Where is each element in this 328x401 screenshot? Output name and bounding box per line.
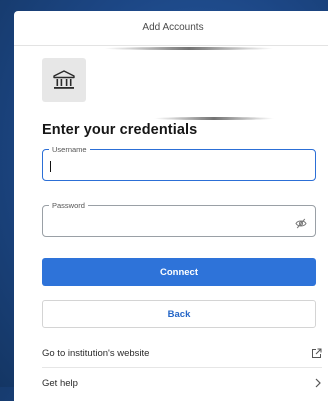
connect-button[interactable]: Connect bbox=[42, 258, 316, 286]
page-title: Enter your credentials bbox=[42, 122, 198, 138]
password-field[interactable]: Password bbox=[42, 201, 316, 237]
username-label: Username bbox=[49, 145, 90, 154]
back-button[interactable]: Back bbox=[42, 300, 316, 328]
password-label: Password bbox=[49, 201, 88, 210]
external-link-icon bbox=[312, 348, 322, 358]
website-link-label: Go to institution's website bbox=[42, 347, 150, 359]
get-help-link[interactable]: Get help bbox=[42, 369, 322, 397]
text-cursor bbox=[50, 161, 51, 172]
header-shadow bbox=[104, 47, 274, 50]
header-title: Add Accounts bbox=[142, 22, 204, 33]
back-label: Back bbox=[167, 308, 191, 320]
institution-website-link[interactable]: Go to institution's website bbox=[42, 339, 322, 368]
username-field[interactable]: Username bbox=[42, 145, 316, 181]
eye-slash-icon[interactable] bbox=[295, 216, 307, 234]
title-shadow bbox=[154, 117, 274, 120]
panel-header: Add Accounts bbox=[14, 11, 328, 46]
institution-logo bbox=[42, 58, 86, 102]
bank-icon bbox=[53, 70, 75, 89]
connect-label: Connect bbox=[160, 266, 198, 278]
add-accounts-panel: Add Accounts Enter your credentials User… bbox=[14, 11, 328, 401]
